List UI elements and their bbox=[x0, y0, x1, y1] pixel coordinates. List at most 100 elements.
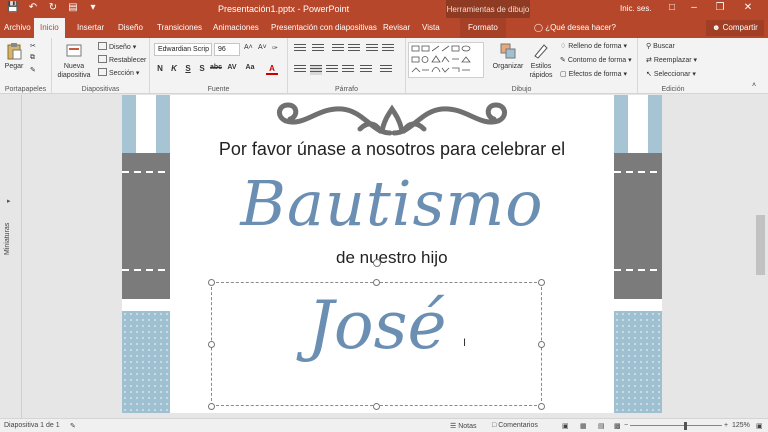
strikethrough-button[interactable]: abc bbox=[210, 64, 222, 71]
resize-handle-n[interactable] bbox=[373, 279, 380, 286]
shapes-gallery[interactable] bbox=[408, 42, 484, 78]
line-spacing-icon[interactable] bbox=[366, 44, 378, 54]
scrollbar-thumb[interactable] bbox=[756, 215, 765, 275]
grow-font-icon[interactable]: A˄ bbox=[244, 44, 253, 51]
char-spacing-button[interactable]: AV bbox=[226, 64, 238, 71]
clear-format-icon[interactable]: ✑ bbox=[272, 44, 278, 52]
title-bautismo[interactable]: Bautismo bbox=[170, 167, 614, 240]
align-left-icon[interactable] bbox=[294, 65, 306, 75]
smartart-icon[interactable] bbox=[380, 65, 392, 75]
save-icon[interactable]: 💾 bbox=[6, 2, 20, 13]
change-case-button[interactable]: Aa bbox=[244, 64, 256, 71]
vertical-scrollbar[interactable] bbox=[753, 95, 768, 418]
reset-button[interactable]: Restablecer bbox=[98, 55, 146, 64]
section-button[interactable]: Sección ▾ bbox=[98, 68, 139, 77]
select-button[interactable]: ↖ Seleccionar ▾ bbox=[646, 70, 696, 78]
format-painter-icon[interactable]: ✎ bbox=[30, 66, 36, 74]
font-size-combo[interactable]: 96 bbox=[214, 43, 240, 56]
tab-insertar[interactable]: Insertar bbox=[77, 23, 104, 32]
underline-button[interactable]: S bbox=[182, 64, 194, 73]
zoom-slider-knob[interactable] bbox=[684, 422, 687, 430]
minimize-icon[interactable]: – bbox=[686, 2, 702, 13]
reset-icon bbox=[98, 55, 107, 63]
tab-vista[interactable]: Vista bbox=[422, 23, 440, 32]
comment-icon: □ bbox=[492, 422, 497, 429]
zoom-out-icon[interactable]: − bbox=[624, 422, 628, 429]
close-icon[interactable]: ✕ bbox=[740, 2, 756, 13]
shape-outline-button[interactable]: ✎ Contorno de forma ▾ bbox=[560, 56, 632, 64]
bold-button[interactable]: N bbox=[154, 64, 166, 73]
shadow-button[interactable]: S bbox=[196, 64, 208, 73]
new-slide-button[interactable]: Nueva diapositiva bbox=[54, 42, 94, 80]
resize-handle-se[interactable] bbox=[538, 403, 545, 410]
tab-presentacion[interactable]: Presentación con diapositivas bbox=[271, 23, 377, 32]
increase-indent-icon[interactable] bbox=[348, 44, 360, 54]
shape-effects-button[interactable]: ▢ Efectos de forma ▾ bbox=[560, 70, 627, 78]
spellcheck-icon[interactable]: ✎ bbox=[70, 422, 76, 430]
resize-handle-e[interactable] bbox=[538, 341, 545, 348]
normal-view-icon[interactable]: ▣ bbox=[562, 422, 569, 430]
align-right-icon[interactable] bbox=[326, 65, 338, 75]
zoom-level[interactable]: 125% bbox=[732, 422, 750, 429]
text-direction-icon[interactable] bbox=[382, 44, 394, 54]
copy-icon[interactable]: ⧉ bbox=[30, 54, 35, 62]
share-button[interactable]: ☻ Compartir bbox=[706, 20, 764, 36]
resize-handle-sw[interactable] bbox=[208, 403, 215, 410]
arrange-button[interactable]: Organizar bbox=[492, 42, 524, 71]
redo-icon[interactable]: ↻ bbox=[46, 2, 60, 13]
subtitle-line[interactable]: de nuestro hijo bbox=[336, 248, 476, 268]
document-title: Presentación1.pptx - PowerPoint bbox=[218, 4, 350, 14]
sign-in-link[interactable]: Inic. ses. bbox=[620, 4, 652, 13]
expand-thumbnails-icon[interactable]: ▸ bbox=[7, 197, 11, 205]
ribbon-display-icon[interactable]: □ bbox=[664, 2, 680, 13]
numbering-icon[interactable] bbox=[312, 44, 324, 54]
tab-transiciones[interactable]: Transiciones bbox=[157, 23, 202, 32]
zoom-slider[interactable] bbox=[630, 425, 722, 426]
justify-icon[interactable] bbox=[342, 65, 354, 75]
rotate-handle[interactable] bbox=[373, 259, 381, 267]
font-color-button[interactable]: A bbox=[266, 64, 278, 75]
columns-icon[interactable] bbox=[360, 65, 372, 75]
tab-inicio[interactable]: Inicio bbox=[34, 18, 65, 38]
maximize-icon[interactable]: ❐ bbox=[712, 2, 728, 13]
tell-me-search[interactable]: ◯ ¿Qué desea hacer? bbox=[534, 23, 616, 32]
resize-handle-s[interactable] bbox=[373, 403, 380, 410]
find-button[interactable]: ⚲ Buscar bbox=[646, 42, 675, 50]
slideshow-view-icon[interactable]: ▩ bbox=[614, 422, 621, 430]
decrease-indent-icon[interactable] bbox=[332, 44, 344, 54]
layout-button[interactable]: Diseño ▾ bbox=[98, 42, 136, 51]
tab-revisar[interactable]: Revisar bbox=[383, 23, 410, 32]
tab-diseno[interactable]: Diseño bbox=[118, 23, 143, 32]
search-icon: ⚲ bbox=[646, 43, 652, 50]
thumbnails-pane[interactable]: ▸ Miniaturas bbox=[0, 95, 22, 418]
tab-animaciones[interactable]: Animaciones bbox=[213, 23, 259, 32]
quick-styles-button[interactable]: Estilos rápidos bbox=[526, 42, 556, 80]
resize-handle-ne[interactable] bbox=[538, 279, 545, 286]
zoom-in-icon[interactable]: + bbox=[724, 422, 728, 429]
notes-button[interactable]: ☰ Notas bbox=[450, 422, 477, 430]
replace-button[interactable]: ⇄ Reemplazar ▾ bbox=[646, 56, 697, 64]
paste-button[interactable]: Pegar bbox=[3, 42, 25, 71]
font-name-combo[interactable]: Edwardian Scrip bbox=[154, 43, 212, 56]
slideshow-start-icon[interactable]: ▤ bbox=[66, 2, 80, 13]
fit-slide-icon[interactable]: ▣ bbox=[756, 422, 763, 430]
align-center-icon[interactable] bbox=[310, 65, 322, 75]
tab-archivo[interactable]: Archivo bbox=[4, 23, 31, 32]
shrink-font-icon[interactable]: A˅ bbox=[258, 44, 267, 51]
comments-button[interactable]: □ Comentarios bbox=[492, 422, 538, 429]
collapse-ribbon-icon[interactable]: ˄ bbox=[752, 82, 756, 89]
cut-icon[interactable]: ✂ bbox=[30, 42, 36, 50]
reading-view-icon[interactable]: ▤ bbox=[598, 422, 605, 430]
tab-formato[interactable]: Formato bbox=[460, 18, 506, 38]
undo-icon[interactable]: ↶ bbox=[26, 2, 40, 13]
italic-button[interactable]: K bbox=[168, 64, 180, 73]
slide-sorter-icon[interactable]: ▦ bbox=[580, 422, 587, 430]
shape-fill-button[interactable]: ♢ Relleno de forma ▾ bbox=[560, 42, 627, 50]
bullets-icon[interactable] bbox=[294, 44, 306, 54]
selected-textbox-frame[interactable] bbox=[211, 282, 542, 406]
slide-canvas[interactable]: Por favor únase a nosotros para celebrar… bbox=[122, 95, 662, 413]
customize-qat-icon[interactable]: ▾ bbox=[86, 2, 100, 13]
resize-handle-w[interactable] bbox=[208, 341, 215, 348]
resize-handle-nw[interactable] bbox=[208, 279, 215, 286]
invitation-line[interactable]: Por favor únase a nosotros para celebrar… bbox=[170, 139, 614, 160]
